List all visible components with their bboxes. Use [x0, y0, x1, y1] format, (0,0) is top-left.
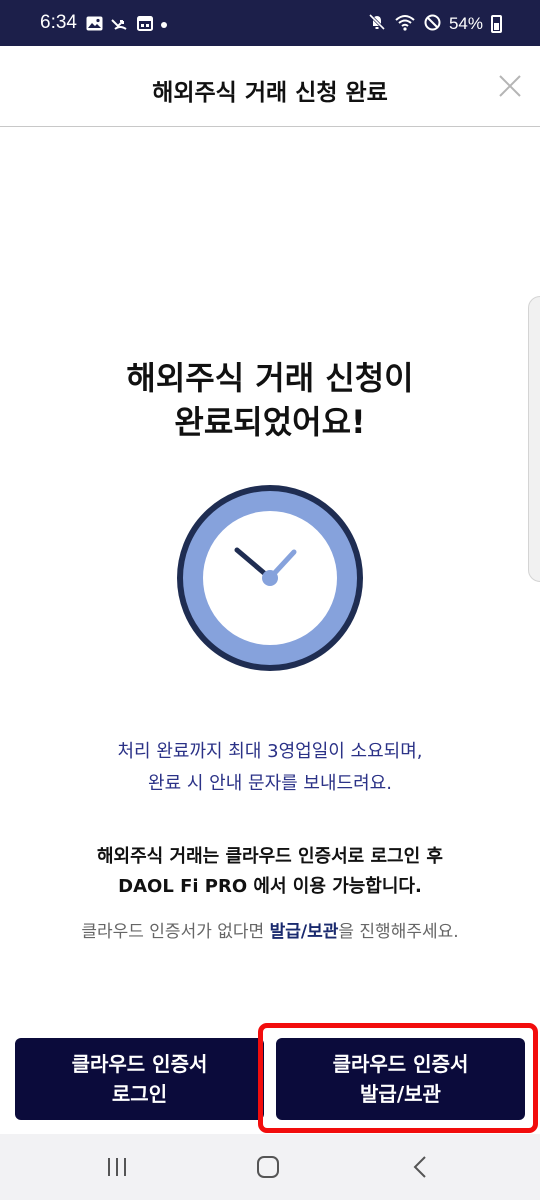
dot-icon	[161, 22, 167, 28]
status-bar: 6:34 54%	[0, 0, 540, 46]
back-icon	[413, 1156, 426, 1178]
login-button-line-1: 클라우드 인증서	[71, 1052, 208, 1076]
hint-prefix: 클라우드 인증서가 없다면	[81, 922, 270, 942]
cloud-certificate-login-button[interactable]: 클라우드 인증서 로그인	[15, 1038, 264, 1120]
clock-icon	[176, 484, 364, 672]
hint-suffix: 을 진행해주세요.	[338, 922, 459, 942]
page-title: 해외주식 거래 신청 완료	[152, 80, 388, 106]
recent-apps-button[interactable]	[102, 1155, 132, 1179]
home-icon	[257, 1156, 279, 1178]
do-not-disturb-icon	[424, 14, 441, 35]
login-button-line-2: 로그인	[111, 1082, 168, 1106]
missed-call-icon	[111, 16, 129, 35]
cloud-certificate-issue-button[interactable]: 클라우드 인증서 발급/보관	[276, 1038, 525, 1120]
notice-line-2: DAOL Fi PRO 에서 이용 가능합니다.	[118, 876, 422, 897]
battery-percent: 54%	[448, 14, 483, 33]
close-button[interactable]	[496, 72, 524, 100]
navigation-bar	[0, 1134, 540, 1200]
headline-line-1: 해외주식 거래 신청이	[126, 359, 414, 397]
processing-line-1: 처리 완료까지 최대 3영업일이 소요되며,	[117, 741, 423, 762]
status-time: 6:34	[40, 12, 77, 33]
issue-storage-link[interactable]: 발급/보관	[270, 922, 339, 942]
usage-notice: 해외주식 거래는 클라우드 인증서로 로그인 후 DAOL Fi PRO 에서 …	[0, 842, 540, 902]
mute-icon	[368, 13, 386, 35]
recent-apps-icon	[108, 1158, 126, 1176]
issue-button-line-2: 발급/보관	[360, 1082, 441, 1106]
calendar-icon	[137, 15, 153, 35]
status-icons-left	[86, 15, 167, 35]
home-button[interactable]	[253, 1155, 283, 1179]
certificate-hint: 클라우드 인증서가 없다면 발급/보관을 진행해주세요.	[0, 918, 540, 946]
processing-info: 처리 완료까지 최대 3영업일이 소요되며, 완료 시 안내 문자를 보내드려요…	[0, 736, 540, 800]
battery-icon	[491, 15, 502, 33]
image-icon	[86, 16, 103, 35]
back-button[interactable]	[405, 1155, 435, 1179]
close-icon	[499, 75, 521, 97]
wifi-icon	[394, 14, 416, 35]
issue-button-line-1: 클라우드 인증서	[332, 1052, 469, 1076]
completion-headline: 해외주식 거래 신청이 완료되었어요!	[0, 356, 540, 444]
status-icons-right: 54%	[368, 13, 502, 35]
notice-line-1: 해외주식 거래는 클라우드 인증서로 로그인 후	[97, 846, 443, 867]
headline-line-2: 완료되었어요!	[174, 403, 366, 441]
app-header: 해외주식 거래 신청 완료	[0, 46, 540, 127]
processing-line-2: 완료 시 안내 문자를 보내드려요.	[148, 773, 392, 794]
